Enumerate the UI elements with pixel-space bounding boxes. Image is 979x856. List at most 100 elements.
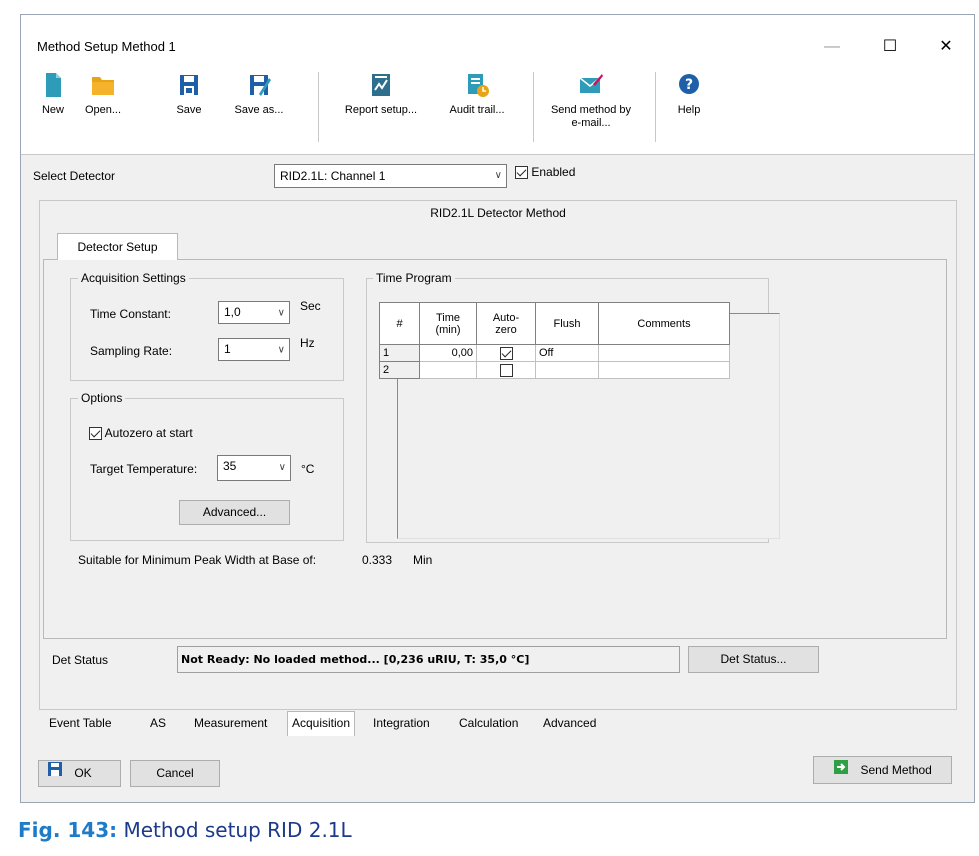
select-detector-label: Select Detector [33,169,116,183]
time-program-title: Time Program [373,271,455,285]
audit-trail-button[interactable]: Audit trail... [441,72,513,117]
new-label: New [41,104,64,116]
chevron-down-icon: ∨ [278,462,286,473]
figure-caption-text: Method setup RID 2.1L [123,818,352,842]
help-button[interactable]: ? Help [671,72,707,117]
send-method-button[interactable]: Send Method [813,756,952,784]
advanced-button[interactable]: Advanced... [179,500,290,525]
autozero-checkbox[interactable]: Autozero at start [89,426,193,441]
send-email-label-1: Send method by [550,104,632,116]
flush-cell[interactable]: Off [535,344,599,362]
row-number: 1 [379,344,420,362]
chevron-down-icon: ∨ [277,307,285,318]
table-row[interactable]: 2 [379,361,730,379]
send-email-label-2: e-mail... [571,117,611,129]
open-button[interactable]: Open... [77,72,129,117]
folder-icon [91,72,115,98]
target-temperature-select[interactable]: 35 ∨ [217,455,291,481]
cancel-button[interactable]: Cancel [130,760,220,787]
column-header: # [379,302,420,345]
title-bar: Method Setup Method 1 — ☐ ✕ [21,15,974,62]
tab-as[interactable]: AS [150,716,166,730]
peak-width-unit: Min [413,553,433,567]
method-title: RID2.1L Detector Method [430,206,566,220]
autozero-cell[interactable] [476,344,536,362]
chevron-down-icon: ∨ [494,170,502,181]
open-label: Open... [84,104,122,116]
enabled-check-icon [515,166,528,180]
tab-acquisition[interactable]: Acquisition [287,711,356,736]
tab-calculation[interactable]: Calculation [459,716,518,730]
floppy-disk-icon [47,761,63,786]
tab-measurement[interactable]: Measurement [194,716,267,730]
maximize-button[interactable]: ☐ [867,33,913,61]
time-cell[interactable] [419,361,477,379]
time-cell[interactable]: 0,00 [419,344,477,362]
new-button[interactable]: New [35,72,71,117]
tab-event-table[interactable]: Event Table [49,716,112,730]
target-temperature-unit: °C [301,462,315,476]
svg-text:?: ? [685,77,693,93]
report-setup-button[interactable]: Report setup... [331,72,431,117]
comments-cell[interactable] [598,361,730,379]
tab-advanced[interactable]: Advanced [543,716,596,730]
save-as-label: Save as... [234,104,284,116]
enabled-label: Enabled [531,165,576,179]
time-program-table: # Time (min) Auto- zero Flush Comments 1… [379,302,730,379]
column-header: Auto- zero [476,302,536,345]
acquisition-settings-group [70,278,344,381]
toolbar: New Open... Save Save as... Report setup… [21,62,974,155]
time-constant-label: Time Constant: [90,307,171,321]
window-title: Method Setup Method 1 [37,39,176,54]
time-constant-value: 1,0 [224,305,241,319]
peak-width-value: 0.333 [362,553,393,567]
row-number: 2 [379,361,420,379]
floppy-disk-icon [177,72,201,98]
sampling-rate-unit: Hz [300,336,315,350]
toolbar-separator [655,72,656,142]
email-icon [579,72,603,98]
report-setup-label: Report setup... [344,104,418,116]
column-header: Comments [598,302,730,345]
flush-cell[interactable] [535,361,599,379]
row-autozero-check-icon [499,346,513,360]
toolbar-separator [318,72,319,142]
save-as-icon [247,72,271,98]
report-icon [369,72,393,98]
sampling-rate-value: 1 [224,342,231,356]
minimize-button[interactable]: — [809,33,855,61]
target-temperature-value: 35 [223,459,237,473]
row-autozero-check-icon [499,363,513,377]
autozero-label: Autozero at start [104,426,193,440]
target-temperature-label: Target Temperature: [90,462,198,476]
figure-number: Fig. 143: [18,818,118,842]
detector-select-value: RID2.1L: Channel 1 [280,169,386,183]
ok-button[interactable]: OK [38,760,121,787]
options-title: Options [78,391,126,405]
bottom-tab-strip: Event Table AS Measurement Acquisition I… [39,709,957,737]
send-by-email-button[interactable]: Send method by e-mail... [541,72,641,130]
autozero-cell[interactable] [476,361,536,379]
audit-trail-icon [465,72,489,98]
close-button[interactable]: ✕ [923,33,969,61]
tab-integration[interactable]: Integration [373,716,430,730]
sampling-rate-label: Sampling Rate: [90,344,173,358]
ok-label: OK [74,766,92,780]
save-label: Save [176,104,202,116]
help-icon: ? [677,72,701,98]
save-as-button[interactable]: Save as... [231,72,287,117]
column-header: Time (min) [419,302,477,345]
tab-detector-setup[interactable]: Detector Setup [57,233,178,260]
peak-width-label: Suitable for Minimum Peak Width at Base … [78,553,317,567]
det-status-text: Not Ready: No loaded method... [0,236 uR… [177,646,680,673]
autozero-check-icon [89,427,102,441]
comments-cell[interactable] [598,344,730,362]
figure-caption: Fig. 143: Method setup RID 2.1L [18,818,352,842]
table-row[interactable]: 1 0,00 Off [379,344,730,362]
det-status-button[interactable]: Det Status... [688,646,819,673]
time-constant-select[interactable]: 1,0 ∨ [218,301,290,324]
detector-select[interactable]: RID2.1L: Channel 1 ∨ [274,164,507,188]
sampling-rate-select[interactable]: 1 ∨ [218,338,290,361]
enabled-checkbox[interactable]: Enabled [515,165,576,180]
save-button[interactable]: Save [171,72,207,117]
